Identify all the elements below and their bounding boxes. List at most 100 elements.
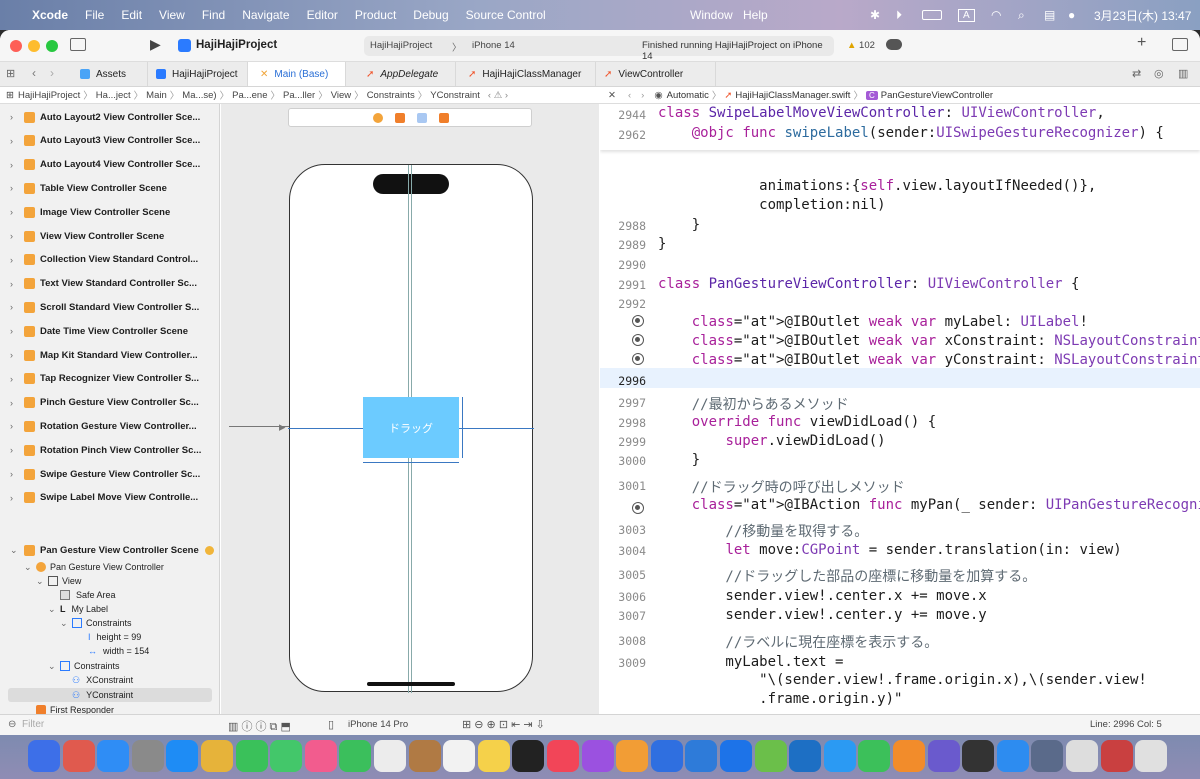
wifi-icon[interactable]: ◠ [991, 0, 1001, 30]
dock-app-icon[interactable] [339, 740, 372, 772]
bluetooth-icon[interactable]: ✱ [870, 0, 880, 30]
jump-grid-icon[interactable]: ⊞ [6, 90, 14, 101]
dock-app-icon[interactable] [823, 740, 856, 772]
grid-icon[interactable]: ⊞ [6, 67, 15, 80]
scene-row[interactable]: › Swipe Label Move View Controlle... [0, 486, 219, 510]
dock-app-icon[interactable] [962, 740, 995, 772]
chevron-right-icon[interactable]: › [10, 374, 20, 384]
dock-app-icon[interactable] [270, 740, 303, 772]
dock-app-icon[interactable] [616, 740, 649, 772]
dock-app-icon[interactable] [754, 740, 787, 772]
scene-row[interactable]: › Date Time View Controller Scene [0, 319, 219, 343]
tree-view-constraints[interactable]: ⌄ Constraints [48, 659, 120, 673]
forward-icon[interactable]: › [641, 90, 644, 101]
chevron-right-icon[interactable]: › [10, 112, 20, 122]
scene-row[interactable]: › Collection View Standard Control... [0, 248, 219, 272]
dock-app-icon[interactable] [304, 740, 337, 772]
filter-input[interactable]: Filter [22, 719, 44, 730]
play-circle-icon[interactable]: ⏵ [896, 0, 902, 30]
scene-row[interactable]: › View View Controller Scene [0, 224, 219, 248]
dock-app-icon[interactable] [443, 740, 476, 772]
jump-item-base[interactable]: Ma...se) [182, 90, 216, 101]
code-editor[interactable]: 2944 class SwipeLabelMoveViewController:… [600, 104, 1200, 716]
project-name[interactable]: HajiHajiProject [196, 39, 277, 51]
sidebar-toggle-icon[interactable] [70, 38, 86, 51]
menu-view[interactable]: View [159, 8, 185, 22]
dock-app-icon[interactable] [28, 740, 60, 772]
outlet-connected-icon[interactable] [632, 315, 644, 327]
dock-app-icon[interactable] [374, 740, 406, 772]
scene-row[interactable]: › Tap Recognizer View Controller S... [0, 367, 219, 391]
tab-classmanager[interactable]: ➚ HajiHajiClassManager [456, 62, 596, 86]
dock-app-icon[interactable] [1066, 740, 1098, 772]
swap-icon[interactable]: ⇄ [1132, 67, 1141, 80]
chevron-right-icon[interactable]: › [10, 445, 20, 455]
tree-first-responder[interactable]: First Responder [36, 703, 114, 714]
dock-app-icon[interactable] [62, 740, 95, 772]
dock-app-icon[interactable] [893, 740, 925, 772]
warning-count[interactable]: ▲ 102 [847, 40, 875, 51]
chevron-right-icon[interactable]: › [10, 302, 20, 312]
chevron-right-icon[interactable]: › [10, 207, 20, 217]
jump-item-group[interactable]: Ha...ject [96, 90, 131, 101]
dock-app-icon[interactable] [235, 740, 268, 772]
forward-icon[interactable]: › [50, 66, 54, 80]
chevron-right-icon[interactable]: › [10, 279, 20, 289]
scene-row[interactable]: › Scroll Standard View Controller S... [0, 295, 219, 319]
chevron-right-icon[interactable]: › [10, 231, 20, 241]
assistant-file[interactable]: HajiHajiClassManager.swift [735, 90, 850, 101]
chevron-right-icon[interactable]: › [10, 136, 20, 146]
dock-app-icon[interactable] [131, 740, 164, 772]
tree-width[interactable]: ↔ width = 154 [88, 644, 149, 658]
tree-safe-area[interactable]: Safe Area [60, 588, 116, 602]
back-icon[interactable]: ‹ [32, 66, 36, 80]
cloud-icon[interactable] [886, 39, 902, 50]
canvas-controls[interactable]: ▥ ⓘ ⓘ ⧉ ⬒ [228, 718, 291, 734]
menu-file[interactable]: File [85, 8, 104, 22]
tree-height[interactable]: Ӏheight = 99 [88, 630, 141, 644]
layout-controls[interactable]: ⊞ ⊖ ⊕ ⊡ ⇤ ⇥ ⇩ [462, 718, 545, 731]
chevron-right-icon[interactable]: › [10, 421, 20, 431]
dock-app-icon[interactable] [166, 740, 199, 772]
scene-row[interactable]: › Text View Standard Controller Sc... [0, 272, 219, 296]
menu-editor[interactable]: Editor [307, 8, 338, 22]
controller-dock-icon[interactable] [373, 113, 383, 123]
scene-row[interactable]: › Image View Controller Scene [0, 200, 219, 224]
control-center-icon[interactable]: ▤ [1044, 0, 1055, 30]
jump-item-constraints[interactable]: Constraints [367, 90, 415, 101]
my-label[interactable]: ドラッグ [363, 397, 459, 458]
split-icon[interactable]: ▥ [1178, 67, 1188, 80]
tab-assets[interactable]: Assets [68, 62, 148, 86]
canvas-device[interactable]: iPhone 14 Pro [348, 719, 408, 730]
scene-row[interactable]: › Auto Layout3 View Controller Sce... [0, 129, 219, 153]
dock-app-icon[interactable] [408, 740, 441, 772]
dock-app-icon[interactable] [477, 740, 510, 772]
related-icon[interactable]: ◎ [1154, 67, 1164, 80]
scene-row[interactable]: › Swipe Gesture View Controller Sc... [0, 462, 219, 486]
dock-app-icon[interactable] [1031, 740, 1064, 772]
battery-icon[interactable] [922, 0, 942, 30]
search-icon[interactable]: ⌕ [1018, 0, 1025, 30]
dock-app-icon[interactable] [720, 740, 752, 772]
tree-controller[interactable]: ⌄ Pan Gesture View Controller [24, 560, 164, 574]
jump-item-main[interactable]: Main [146, 90, 167, 101]
tab-viewcontroller[interactable]: ➚ ViewController [596, 62, 716, 86]
dock-app-icon[interactable] [1100, 740, 1133, 772]
tree-view[interactable]: ⌄ View [36, 574, 81, 588]
menu-navigate[interactable]: Navigate [242, 8, 289, 22]
menu-source-control[interactable]: Source Control [466, 8, 546, 22]
device-selector[interactable]: iPhone 14 [472, 40, 515, 51]
clock[interactable]: 3月23日(木) 13:47 [1094, 0, 1191, 30]
jump-item-scene[interactable]: Pa...ene [232, 90, 267, 101]
dock-app-icon[interactable] [547, 740, 579, 772]
menu-window[interactable]: Window [690, 0, 733, 30]
dock-app-icon[interactable] [581, 740, 614, 772]
storyboard-canvas[interactable]: ドラッグ ▸ [221, 104, 599, 714]
scheme-selector[interactable]: HajiHajiProject [370, 40, 432, 51]
chevron-right-icon[interactable]: › [10, 255, 20, 265]
scene-row[interactable]: › Table View Controller Scene [0, 176, 219, 200]
dock-app-icon[interactable] [927, 740, 960, 772]
dock-app-icon[interactable] [201, 740, 233, 772]
action-connected-icon[interactable] [632, 502, 644, 514]
assistant-mode[interactable]: Automatic [667, 90, 709, 101]
